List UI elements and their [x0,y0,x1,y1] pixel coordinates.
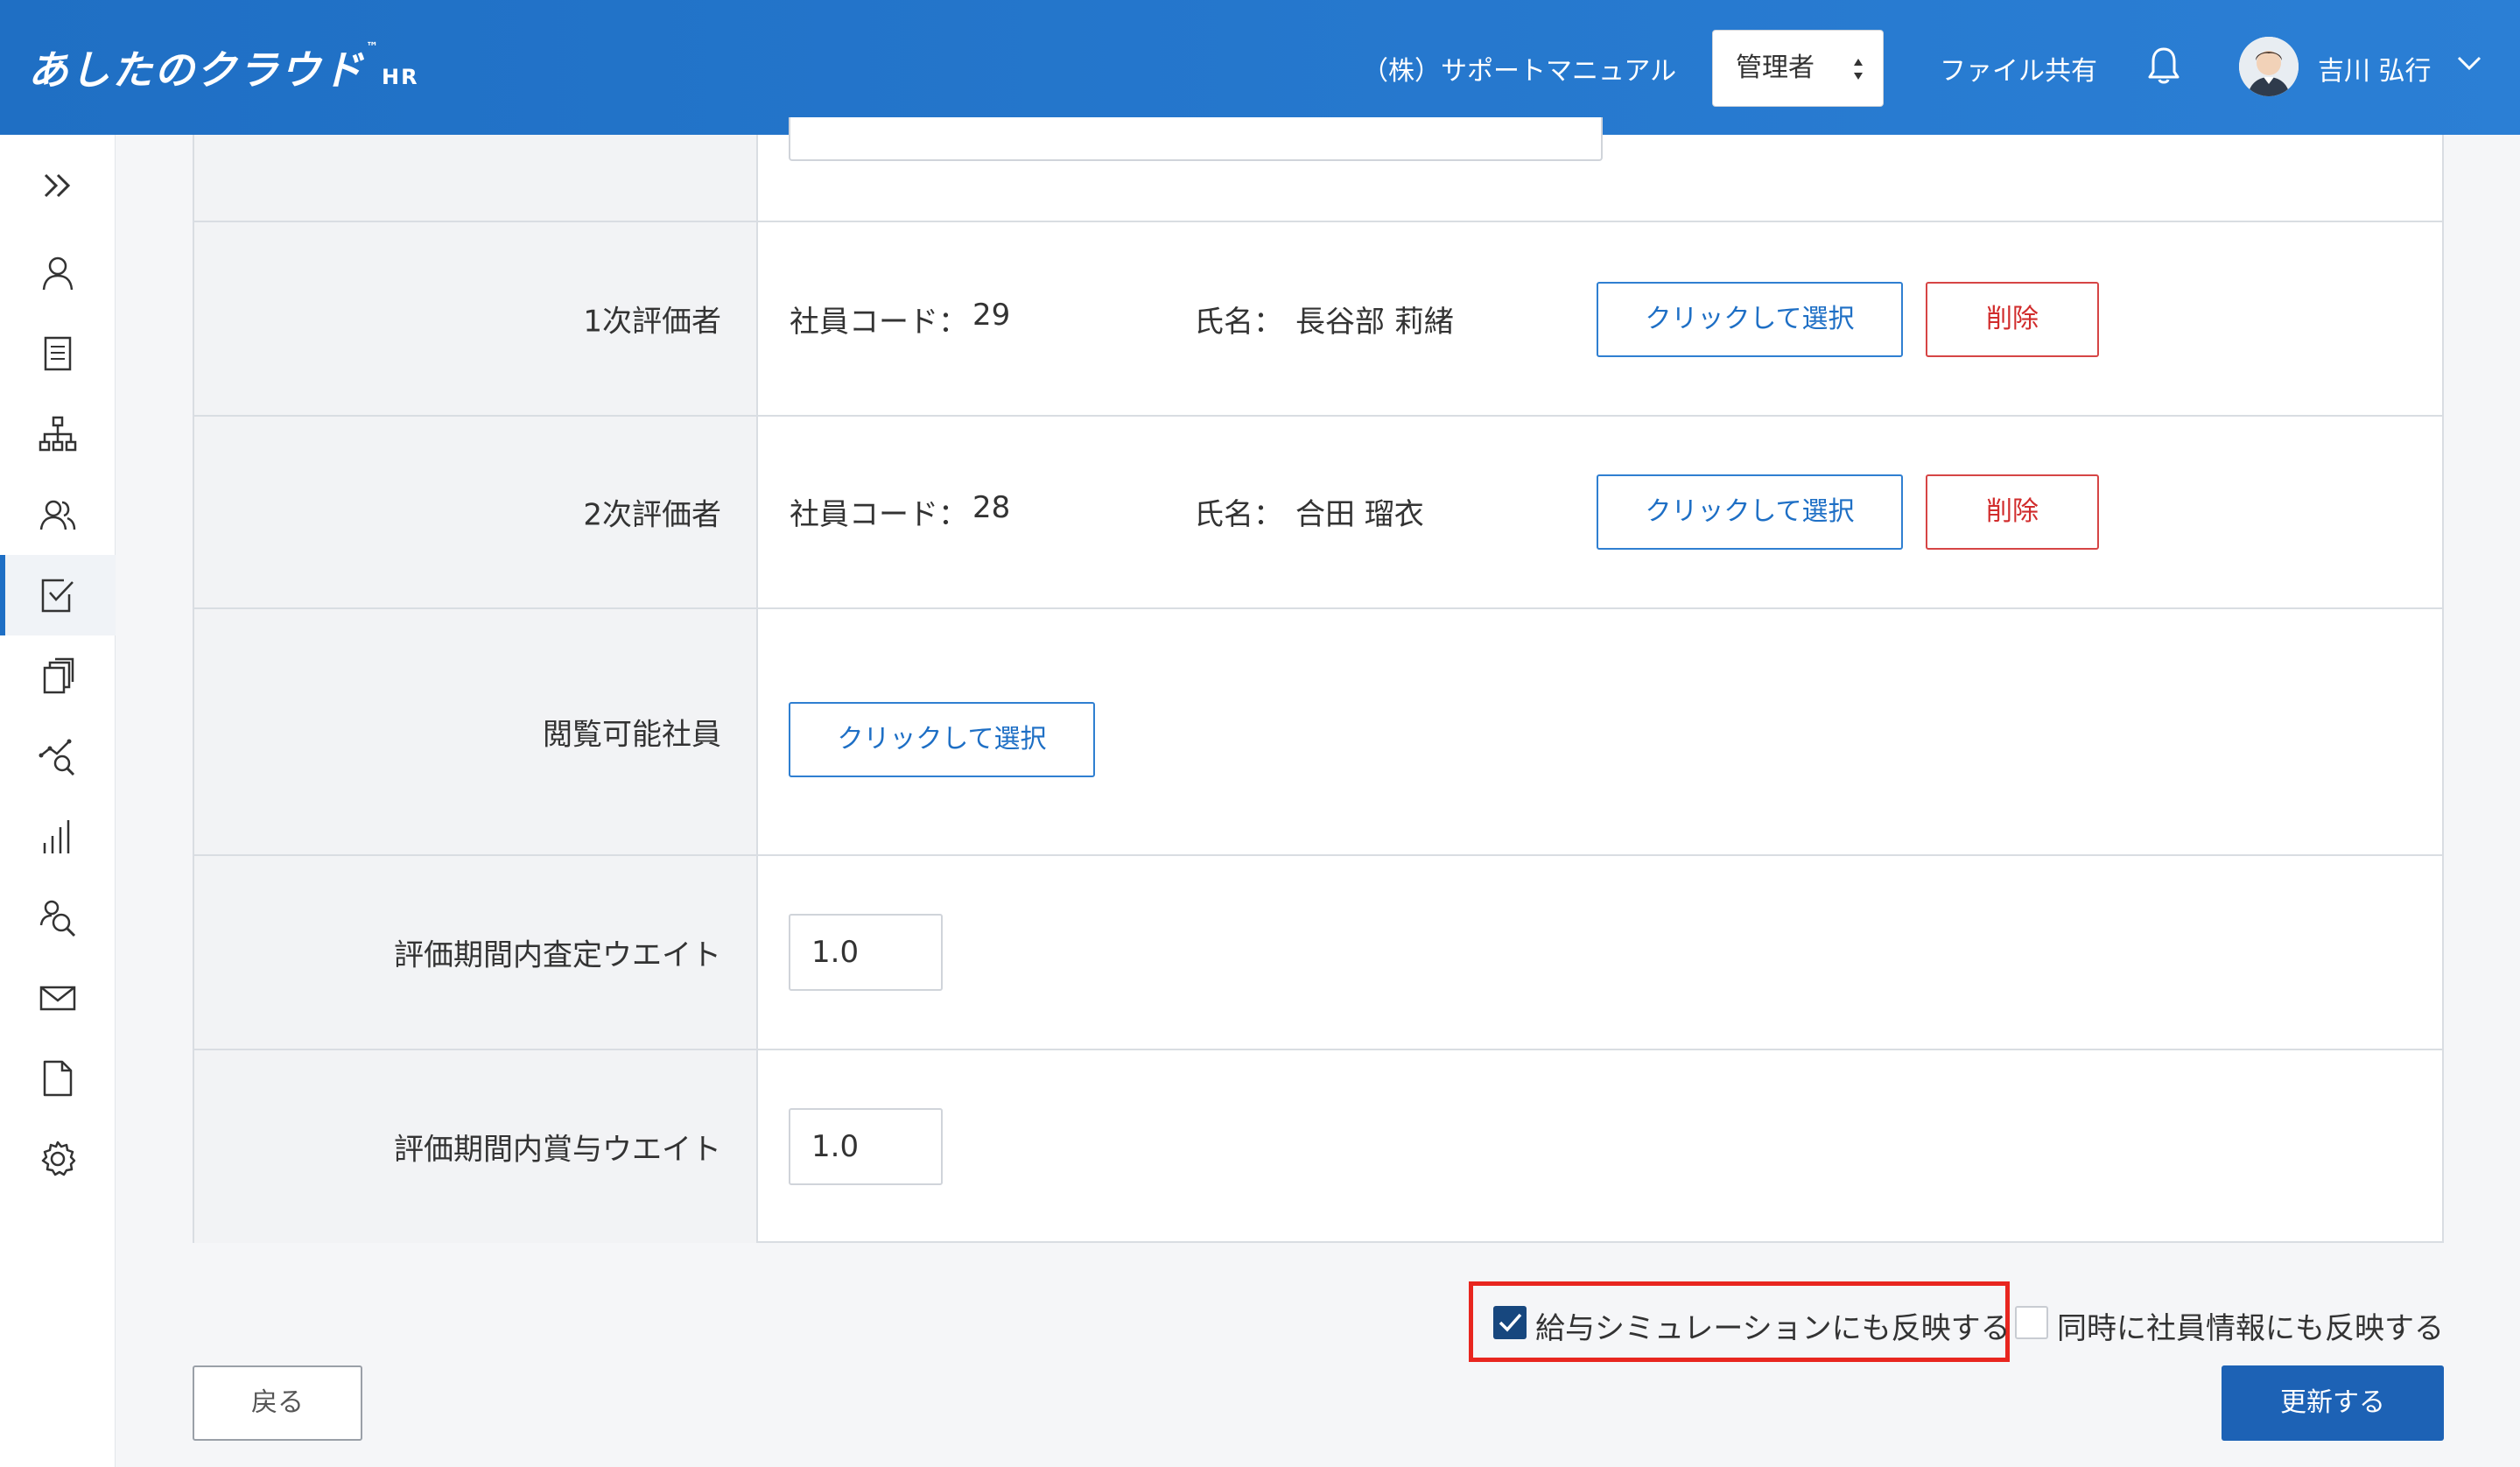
sidebar-item-mail[interactable] [0,958,116,1038]
logo-trademark: ™ [366,40,380,54]
sidebar-item-members[interactable] [0,474,116,555]
person-icon [42,256,74,291]
analytics-search-icon [39,739,75,776]
partial-text-input[interactable] [789,117,1603,161]
viewers-label: 閲覧可能社員 [543,717,721,753]
sidebar-item-employee[interactable] [0,233,116,313]
back-button[interactable]: 戻る [193,1365,362,1441]
form-row-evaluator1: 1次評価者 社員コード： 29 氏名： 長谷部 莉緒 クリックして選択 削除 [194,222,2442,417]
salary-simulation-checkbox[interactable] [1493,1306,1527,1339]
evaluator2-name: 合田 瑠衣 [1295,497,1424,532]
evaluator2-code-label: 社員コード： [790,497,968,532]
role-select[interactable]: 管理者 [1712,30,1884,107]
assessment-weight-input[interactable]: 1.0 [789,914,943,991]
evaluator2-code: 28 [972,490,1011,525]
viewers-select-button[interactable]: クリックして選択 [789,702,1095,777]
checklist-icon [41,579,74,613]
copy-icon [43,657,74,694]
employee-info-label[interactable]: 同時に社員情報にも反映する [2057,1304,2444,1347]
sidebar-item-analysis[interactable] [0,716,116,797]
file-icon [43,1060,73,1097]
employee-info-checkbox[interactable] [2015,1306,2048,1339]
bar-chart-icon [43,820,70,853]
sidebar-item-organization[interactable] [0,394,116,474]
logo-suffix: HR [382,65,419,89]
salary-simulation-label[interactable]: 給与シミュレーションにも反映する [1535,1304,2011,1347]
form-row-evaluator2: 2次評価者 社員コード： 28 氏名： 合田 瑠衣 クリックして選択 削除 [194,417,2442,609]
sidebar-item-settings[interactable] [0,1119,116,1199]
evaluator1-label: 1次評価者 [583,304,721,340]
document-icon [44,336,72,371]
sidebar-item-reports[interactable] [0,797,116,877]
checkmark-icon [1499,1313,1522,1332]
bonus-weight-input[interactable]: 1.0 [789,1108,943,1185]
evaluator1-delete-button[interactable]: 削除 [1926,282,2099,357]
evaluator1-name: 長谷部 莉緒 [1295,305,1454,340]
evaluator2-label: 2次評価者 [583,497,721,533]
form-row-assessment-weight: 評価期間内査定ウエイト 1.0 [194,856,2442,1050]
sidebar-item-search[interactable] [0,877,116,958]
user-name[interactable]: 吉川 弘行 [2318,49,2432,88]
evaluator2-name-label: 氏名： [1194,497,1283,532]
form-row-viewers: 閲覧可能社員 クリックして選択 [194,609,2442,856]
app-header: あしたのクラウド ™HR （株）サポートマニュアル 管理者 ファイル共有 吉川 弘… [0,0,2520,135]
avatar-person-icon [2239,37,2299,96]
sidebar-item-files[interactable] [0,1038,116,1119]
sidebar-item-evaluation[interactable] [0,555,116,635]
evaluator1-code: 29 [972,298,1011,333]
mail-icon [39,986,76,1011]
person-search-icon [39,900,76,937]
bell-icon[interactable] [2146,46,2181,86]
sidebar-item-documents[interactable] [0,313,116,394]
form-label-cell: 評価期間内賞与ウエイト [194,1050,758,1243]
form-label-cell: 評価期間内査定ウエイト [194,856,758,1049]
gear-icon [41,1141,76,1176]
evaluator2-delete-button[interactable]: 削除 [1926,474,2099,550]
evaluation-form-table: 1次評価者 社員コード： 29 氏名： 長谷部 莉緒 クリックして選択 削除 2… [193,117,2444,1243]
logo-text: あしたのクラウド [28,46,364,94]
form-label-cell: 2次評価者 [194,417,758,607]
form-label-cell [194,135,758,221]
company-name: （株）サポートマニュアル [1362,56,1677,87]
evaluator1-select-button[interactable]: クリックして選択 [1597,282,1903,357]
assessment-weight-label: 評価期間内査定ウエイト [394,937,721,973]
update-button[interactable]: 更新する [2222,1365,2444,1441]
avatar[interactable] [2239,37,2299,96]
evaluator1-name-label: 氏名： [1194,305,1283,340]
file-share-link[interactable]: ファイル共有 [1940,49,2097,88]
form-label-cell: 閲覧可能社員 [194,609,758,854]
people-icon [39,500,76,530]
double-chevron-right-icon[interactable] [40,168,75,203]
form-label-cell: 1次評価者 [194,222,758,415]
form-row-partial [194,117,2442,222]
app-logo[interactable]: あしたのクラウド ™HR [28,39,419,96]
evaluator2-select-button[interactable]: クリックして選択 [1597,474,1903,550]
select-updown-icon [1854,59,1863,80]
sidebar-item-copies[interactable] [0,635,116,716]
org-chart-icon [39,416,77,452]
form-row-bonus-weight: 評価期間内賞与ウエイト 1.0 [194,1050,2442,1243]
chevron-down-icon[interactable] [2456,54,2482,72]
role-select-value: 管理者 [1736,53,1815,83]
sidebar [0,135,116,1467]
evaluator1-code-label: 社員コード： [790,305,968,340]
bonus-weight-label: 評価期間内賞与ウエイト [394,1132,721,1168]
